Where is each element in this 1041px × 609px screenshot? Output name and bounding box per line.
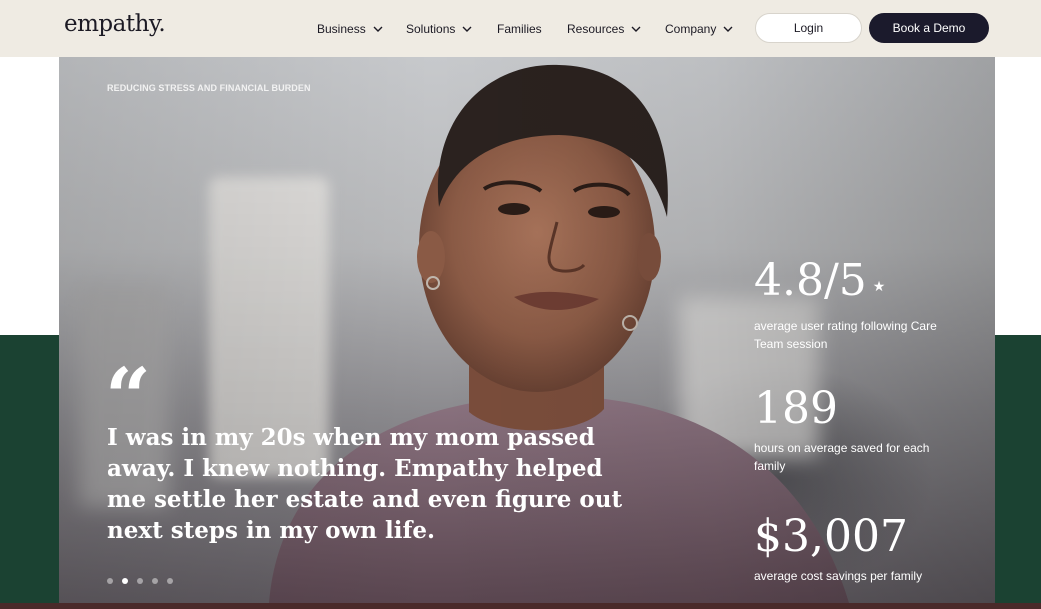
book-demo-button[interactable]: Book a Demo	[869, 13, 989, 43]
nav-item-label: Families	[497, 22, 542, 36]
star-icon: ★	[872, 279, 886, 295]
stat-value: 189	[754, 383, 838, 434]
carousel-dot[interactable]	[137, 578, 143, 584]
chevron-down-icon	[373, 26, 383, 32]
carousel-dot[interactable]	[167, 578, 173, 584]
chevron-down-icon	[723, 26, 733, 32]
stat-cost-savings: $3,007 average cost savings per family	[754, 513, 974, 585]
nav-item-company[interactable]: Company	[665, 21, 734, 37]
stat-hours-saved: 189 hours on average saved for each fami…	[754, 385, 974, 475]
nav-item-resources[interactable]: Resources	[567, 21, 642, 37]
nav-item-label: Business	[317, 22, 366, 36]
stat-rating-value: 4.8/5	[754, 255, 867, 306]
nav-item-label: Solutions	[406, 22, 456, 36]
nav-item-families[interactable]: Families	[497, 21, 542, 37]
stat-value: 4.8/5 ★	[754, 257, 974, 311]
stat-value: $3,007	[754, 511, 908, 562]
hero-testimonial: REDUCING STRESS AND FINANCIAL BURDEN “ I…	[59, 57, 995, 603]
chevron-down-icon	[462, 26, 472, 32]
nav-item-solutions[interactable]: Solutions	[406, 21, 473, 37]
site-header: empathy. Business Solutions Families Res…	[0, 0, 1041, 57]
nav-item-label: Company	[665, 22, 717, 36]
stat-label: average user rating following Care Team …	[754, 319, 937, 351]
login-button[interactable]: Login	[755, 13, 862, 43]
stat-label: hours on average saved for each family	[754, 441, 930, 473]
page: empathy. Business Solutions Families Res…	[0, 0, 1041, 609]
bottom-strip	[0, 603, 1041, 609]
stat-rating: 4.8/5 ★ average user rating following Ca…	[754, 257, 974, 353]
carousel-dot[interactable]	[152, 578, 158, 584]
hero-eyebrow: REDUCING STRESS AND FINANCIAL BURDEN	[107, 83, 311, 93]
logo[interactable]: empathy.	[64, 11, 166, 37]
testimonial-quote: I was in my 20s when my mom passed away.…	[107, 424, 623, 544]
nav-item-label: Resources	[567, 22, 625, 36]
nav-item-business[interactable]: Business	[317, 21, 384, 37]
chevron-down-icon	[631, 26, 641, 32]
carousel-dot[interactable]	[122, 578, 128, 584]
stat-label: average cost savings per family	[754, 569, 923, 583]
carousel-dot[interactable]	[107, 578, 113, 584]
